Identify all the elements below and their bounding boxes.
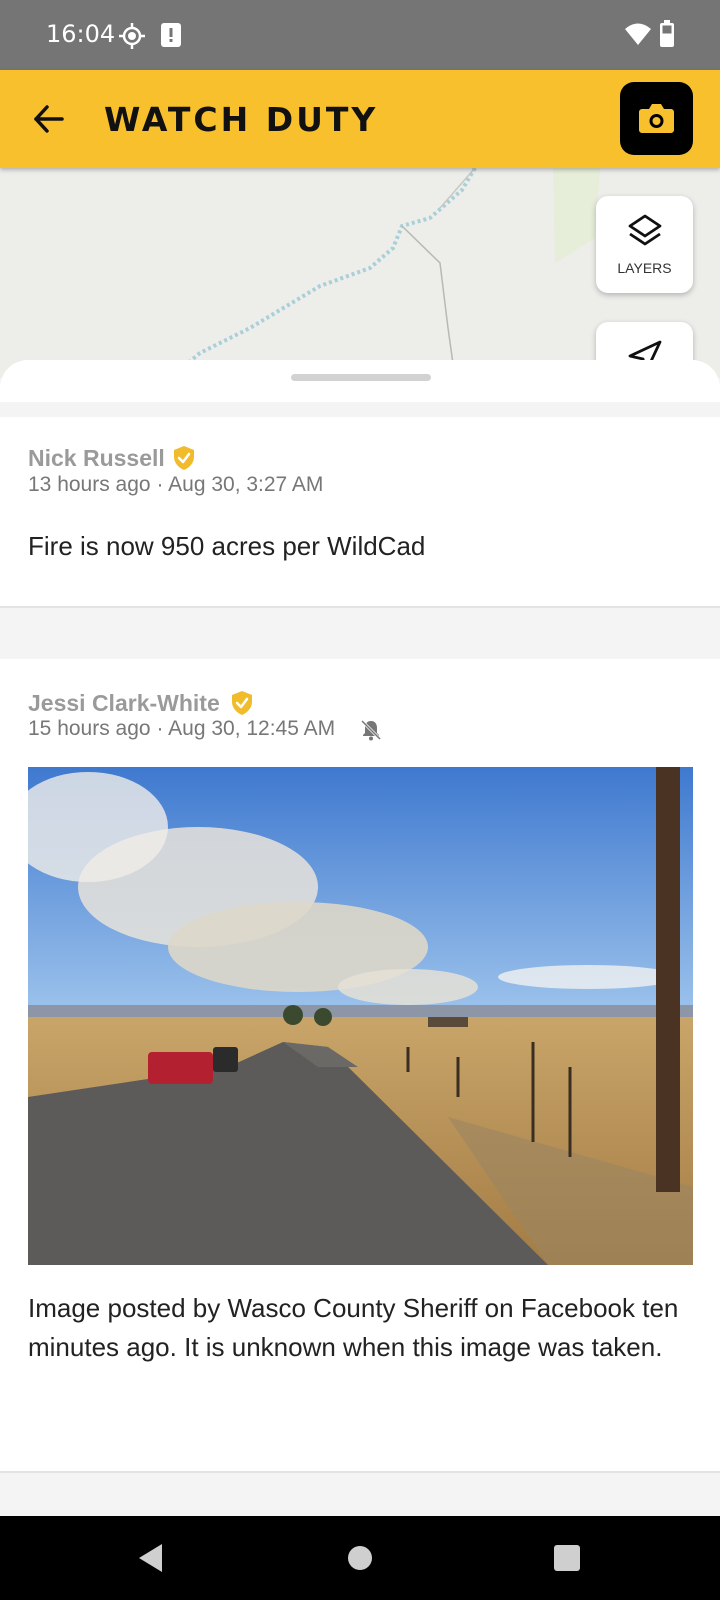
post-meta: 13 hours ago · Aug 30, 3:27 AM <box>28 473 323 497</box>
layers-icon <box>628 214 662 246</box>
post-author: Jessi Clark-White <box>28 690 220 716</box>
post-time-ago: 15 hours ago <box>28 717 151 740</box>
notifications-off-icon[interactable] <box>360 719 382 741</box>
camera-icon <box>639 104 674 133</box>
post-card: Jessi Clark-White 15 hours ago · Aug 30,… <box>0 659 720 1473</box>
verified-badge-icon <box>174 446 194 470</box>
post-photo-image <box>28 767 693 1265</box>
status-bar: 16:04 <box>0 0 720 70</box>
alert-icon <box>161 23 181 47</box>
post-timestamp: Aug 30, 3:27 AM <box>168 473 324 496</box>
post-meta: 15 hours ago · Aug 30, 12:45 AM <box>28 717 335 741</box>
app-bar: WATCH DUTY <box>0 70 720 168</box>
post-photo[interactable] <box>28 767 693 1265</box>
location-icon <box>119 23 145 49</box>
post-card: Nick Russell 13 hours ago · Aug 30, 3:27… <box>0 417 720 608</box>
post-body: Fire is now 950 acres per WildCad <box>28 531 426 561</box>
status-time: 16:04 <box>46 20 116 48</box>
meta-separator: · <box>156 717 164 740</box>
post-body: Image posted by Wasco County Sheriff on … <box>28 1293 679 1362</box>
meta-separator: · <box>156 473 164 496</box>
nav-recents-icon[interactable] <box>553 1544 581 1572</box>
post-timestamp: Aug 30, 12:45 AM <box>168 717 336 740</box>
wifi-icon <box>625 23 651 45</box>
sheet-header[interactable] <box>0 360 720 402</box>
system-nav-bar <box>0 1516 720 1600</box>
app-title: WATCH DUTY <box>104 100 379 139</box>
camera-button[interactable] <box>620 82 693 155</box>
post-time-ago: 13 hours ago <box>28 473 151 496</box>
posts-sheet[interactable]: Nick Russell 13 hours ago · Aug 30, 3:27… <box>0 360 720 1516</box>
nav-home-icon[interactable] <box>346 1544 374 1572</box>
drag-handle[interactable] <box>291 374 431 381</box>
nav-back-icon[interactable] <box>136 1542 166 1574</box>
verified-badge-icon <box>232 691 252 715</box>
layers-button[interactable]: LAYERS <box>596 196 693 293</box>
battery-icon <box>660 20 674 47</box>
layers-label: LAYERS <box>617 260 672 276</box>
back-arrow-icon[interactable] <box>26 96 72 142</box>
post-author: Nick Russell <box>28 445 165 471</box>
